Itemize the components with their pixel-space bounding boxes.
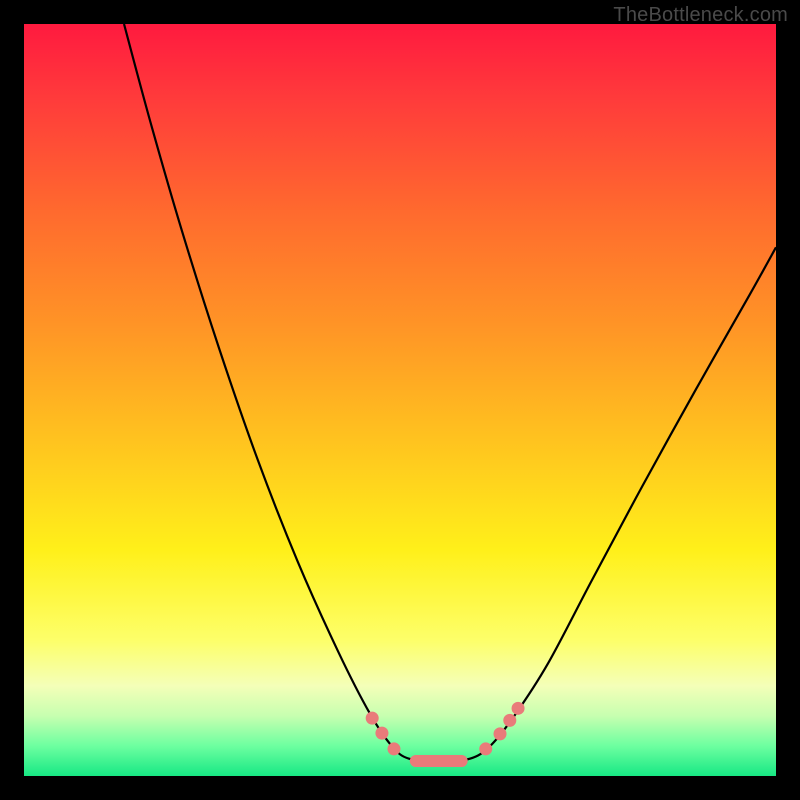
curve-marker xyxy=(387,742,400,755)
curve-markers-group xyxy=(366,702,525,756)
chart-frame: TheBottleneck.com xyxy=(0,0,800,800)
curve-marker xyxy=(512,702,525,715)
watermark-label: TheBottleneck.com xyxy=(613,4,788,27)
curve-marker xyxy=(375,727,388,740)
chart-curve-layer xyxy=(24,24,776,776)
bottleneck-curve-path xyxy=(124,24,776,761)
curve-marker xyxy=(366,712,379,725)
curve-marker xyxy=(494,727,507,740)
curve-marker xyxy=(479,742,492,755)
curve-marker xyxy=(503,714,516,727)
dead-zone-band xyxy=(410,755,468,767)
